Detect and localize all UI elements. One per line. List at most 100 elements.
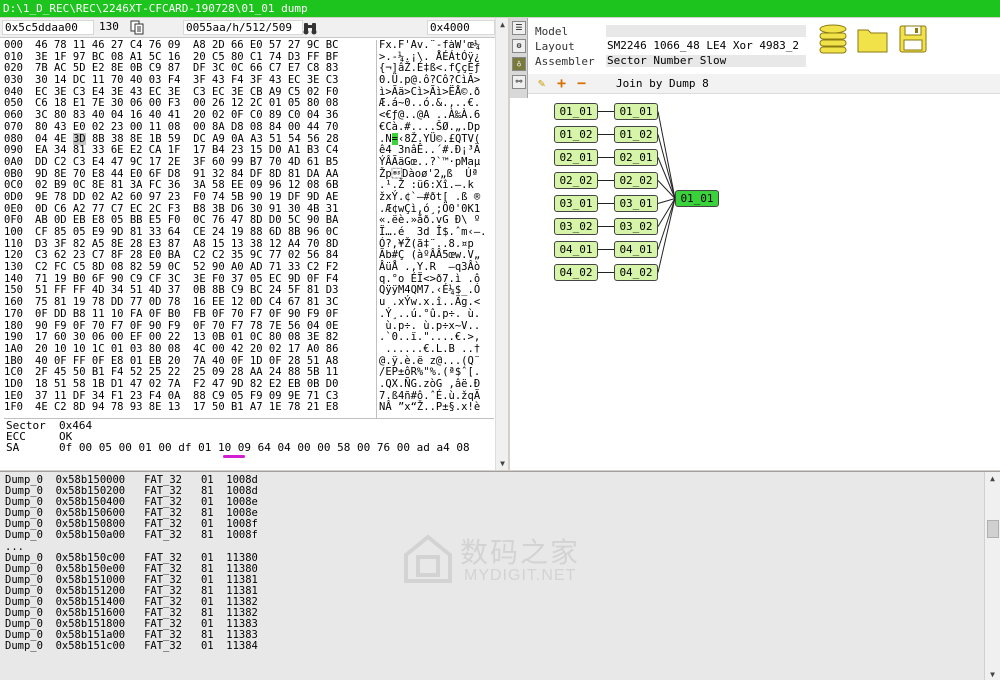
window-title-bar: D:\1_D_REC\REC\2246XT-CFCARD-190728\01_0… (0, 0, 1000, 17)
hex-offset: 070 (4, 120, 23, 133)
hex-row[interactable]: 20 10 10 1C 01 03 80 08 4C 00 42 20 02 1… (35, 343, 375, 356)
graph-node-chip[interactable]: 03_02 (614, 218, 658, 235)
hex-ascii-column[interactable]: Fx.F'Äv.¨-fàW'œ¼ >.-¼.¡\. ÅÉÁtÓÿ¿ {¬]âŽ.É‡… (379, 40, 495, 414)
graph-node-chip[interactable]: 01_01 (614, 103, 658, 120)
sa-info-line: SA 0f 00 05 00 01 00 df 01 10 09 64 04 0… (6, 441, 470, 454)
hex-bytes-column[interactable]: 46 78 11 46 27 C4 76 09 A8 2D 66 E0 57 2… (35, 40, 375, 414)
remove-icon[interactable]: − (577, 74, 586, 92)
graph-edge (657, 157, 676, 199)
layout-value[interactable]: SM2246 1066_48 LE4 Xor 4983_2 (606, 40, 806, 52)
hex-ascii-row[interactable]: Ï….é 3d Î$.ˆm‹–. (379, 226, 495, 239)
hex-offset: 130 (4, 261, 23, 274)
hex-ascii-row[interactable]: .Ý¸..ú.°û.p÷. ù. (379, 308, 495, 321)
log-scrollbar[interactable]: ▲ ▼ (984, 472, 1000, 680)
pencil-icon[interactable]: ✎ (538, 76, 545, 90)
hex-offset: 170 (4, 307, 23, 320)
link-icon[interactable]: ⚯ (512, 75, 526, 89)
copy-icon[interactable] (129, 20, 145, 35)
database-icon[interactable] (816, 24, 850, 54)
graph-join-label: Join by Dump 8 (616, 77, 709, 90)
hex-offset: 1D0 (4, 377, 23, 390)
folder-icon[interactable] (856, 24, 890, 54)
hex-dump[interactable]: 000 010 020 030 040 050 060 070 080 090 0A0 0B0 0C0 0… (2, 40, 495, 418)
scroll-down-arrow-icon[interactable]: ▼ (496, 457, 509, 470)
graph-node-dump[interactable]: 02_02 (554, 172, 598, 189)
hex-viewer-pane: 0x5c5ddaa00 130 0055aa/h/512/509 0x4000 … (0, 18, 508, 470)
hex-offset: 100 (4, 226, 23, 238)
assembler-label: Assembler (535, 55, 595, 68)
graph-node-chip[interactable]: 03_01 (614, 195, 658, 212)
hex-ascii-row[interactable]: ......€.L.B ..† (379, 343, 495, 356)
hex-row[interactable]: 4E C2 8D 94 78 93 8E 13 17 50 B1 A7 1E 7… (35, 402, 375, 414)
graph-node-chip[interactable]: 02_01 (614, 149, 658, 166)
log-scroll-thumb[interactable] (987, 520, 999, 538)
hex-ascii-row[interactable]: ÝÂÃäGœ..?`™·pMaµ (379, 156, 495, 169)
scroll-up-arrow-icon[interactable]: ▲ (496, 18, 509, 31)
assembler-value[interactable]: Sector Number Slow (606, 55, 806, 67)
add-icon[interactable]: + (557, 74, 566, 92)
hex-ascii-row[interactable]: NÂ ”x“Ž..P±§.x!è (379, 402, 495, 414)
settings-icon[interactable]: ⚙ (512, 39, 526, 53)
save-icon[interactable] (896, 24, 930, 54)
log-scroll-up-arrow-icon[interactable]: ▲ (986, 472, 999, 485)
graph-node-chip[interactable]: 04_02 (614, 264, 658, 281)
graph-node-dump[interactable]: 03_01 (554, 195, 598, 212)
hex-row[interactable]: DD C2 C3 E4 47 9C 17 2E 3F 60 99 B7 70 4… (35, 156, 375, 169)
address-input[interactable]: 0x5c5ddaa00 (2, 20, 94, 35)
lamp-icon[interactable]: ♁ (512, 57, 526, 71)
hex-offset: 1A0 (4, 342, 23, 355)
hex-offset: 0A0 (4, 155, 23, 168)
count-value: 130 (99, 20, 119, 33)
list-icon[interactable]: ☰ (512, 21, 526, 35)
hex-row[interactable]: 46 78 11 46 27 C4 76 09 A8 2D 66 E0 57 2… (35, 40, 375, 52)
side-tool-strip: ☰ ⚙ ♁ ⚯ (510, 18, 528, 98)
graph-node-chip[interactable]: 01_02 (614, 126, 658, 143)
hex-offsets-column: 000 010 020 030 040 050 060 070 080 090 0A0 0B0 0C0 0… (4, 40, 32, 414)
graph-node-dump[interactable]: 04_01 (554, 241, 598, 258)
sector-info: Sector 0x464 ECC OK SA 0f 00 05 00 01 00… (4, 418, 494, 468)
watermark: 数码之家 MYDIGIT.NET (402, 529, 602, 589)
binoculars-icon[interactable] (302, 20, 318, 35)
graph-edge (657, 198, 676, 273)
hex-offset: 030 (4, 74, 23, 87)
hex-row[interactable]: 9E 78 DD 02 A2 60 97 23 F0 74 5B 90 19 D… (35, 191, 375, 204)
graph-node-dump[interactable]: 03_02 (554, 218, 598, 235)
graph-node-chip[interactable]: 02_02 (614, 172, 658, 189)
hex-offset: 000 (4, 40, 23, 51)
graph-toolbar: ✎ + − Join by Dump 8 (528, 74, 1000, 94)
hex-ascii-row[interactable]: ÂüÅ .‚Y.R –q3Âò (379, 261, 495, 274)
log-scroll-down-arrow-icon[interactable]: ▼ (986, 668, 999, 680)
size-input[interactable]: 0x4000 (427, 20, 495, 35)
assembler-pane: ☰ ⚙ ♁ ⚯ Model Layout SM2246 1066_48 LE4 … (510, 18, 1000, 470)
graph-node-chip[interactable]: 04_01 (614, 241, 658, 258)
geometry-input[interactable]: 0055aa/h/512/509 (183, 20, 303, 35)
hex-row[interactable]: C2 FC C5 8D 08 82 59 0C 52 90 A0 AD 71 3… (35, 261, 375, 274)
hex-ascii-row[interactable]: 0.Ü.p@.ô?Cô?CìÃ> (379, 74, 495, 87)
watermark-en-text: MYDIGIT.NET (464, 567, 577, 584)
hex-row[interactable]: 0F DD B8 11 10 FA 0F B0 FB 0F 70 F7 0F 9… (35, 308, 375, 321)
hex-row[interactable]: 30 14 DC 11 70 40 03 F4 3F 43 F4 3F 43 E… (35, 74, 375, 87)
hex-column-separator (376, 40, 377, 418)
graph-node-dump[interactable]: 01_01 (554, 103, 598, 120)
sa-highlight-marker (223, 455, 245, 458)
log-line[interactable]: Dump_0 0x58b151c00 FAT_32 01 11384 (5, 641, 975, 652)
graph-edge (657, 111, 676, 199)
assembly-graph[interactable]: 01_01 01_02 02_01 02_02 03_01 03_02 04_01 04_02… (528, 95, 1000, 470)
model-label: Model (535, 25, 569, 38)
hex-row[interactable]: CF 85 05 E9 9D 81 33 64 CE 24 19 88 6D 8… (35, 226, 375, 239)
window-title: D:\1_D_REC\REC\2246XT-CFCARD-190728\01_0… (3, 2, 308, 15)
watermark-logo-icon (404, 534, 452, 583)
hex-toolbar: 0x5c5ddaa00 130 0055aa/h/512/509 0x4000 (0, 18, 508, 38)
hex-row[interactable]: 18 51 58 1B D1 47 02 7A F2 47 9D 82 E2 E… (35, 378, 375, 391)
hex-scrollbar[interactable]: ▲ ▼ (495, 18, 508, 470)
graph-node-join[interactable]: 01_01 (675, 190, 719, 207)
hex-ascii-row[interactable]: .QX.ÑG.zòG ‚âë.Ð (379, 378, 495, 391)
hex-offset: 1F0 (4, 401, 23, 414)
graph-node-dump[interactable]: 02_01 (554, 149, 598, 166)
model-value[interactable] (606, 25, 806, 37)
graph-node-dump[interactable]: 04_02 (554, 264, 598, 281)
hex-ascii-row[interactable]: žxÝ.¢`—#ðt[ .ß ® (379, 191, 495, 204)
hex-ascii-row[interactable]: Fx.F'Äv.¨-fàW'œ¼ (379, 40, 495, 52)
graph-node-dump[interactable]: 01_02 (554, 126, 598, 143)
hex-offset: 0D0 (4, 190, 23, 203)
